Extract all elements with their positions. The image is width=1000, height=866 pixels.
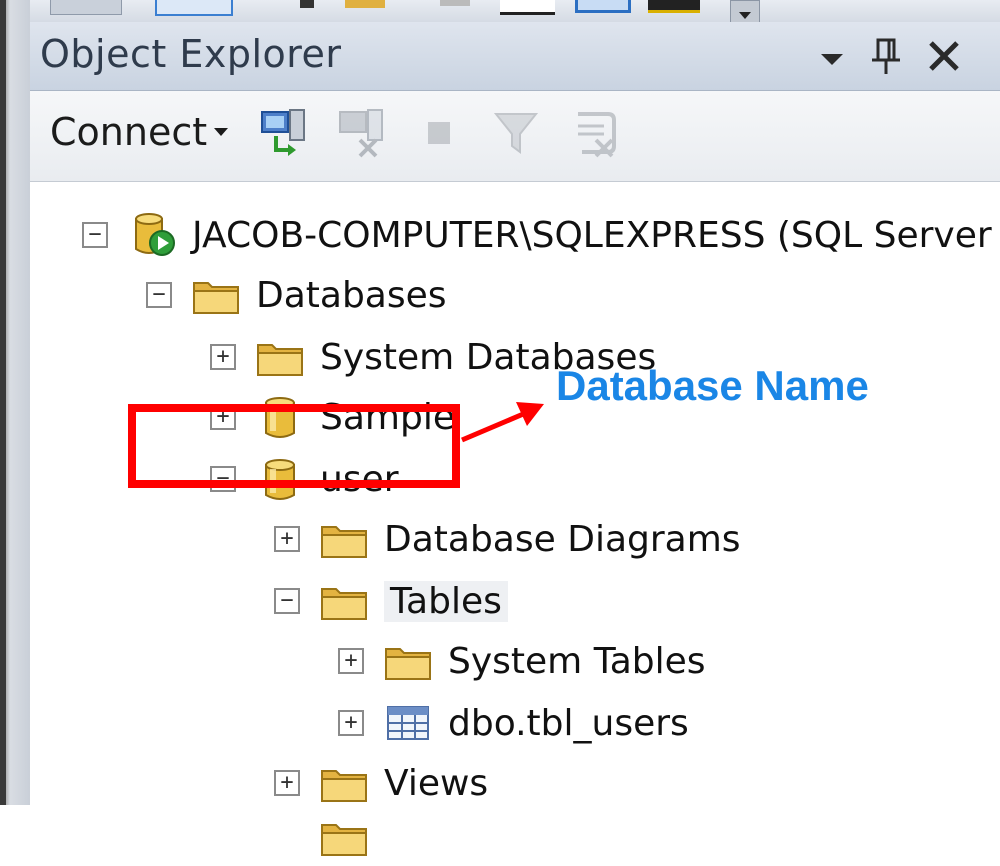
expand-icon[interactable]: +	[274, 770, 300, 796]
toolbar-button-active-icon[interactable]	[155, 0, 233, 16]
tree-node[interactable]: + dbo.tbl_users	[338, 694, 689, 752]
tree-node[interactable]: + Views	[274, 754, 488, 812]
connect-label: Connect	[50, 110, 208, 154]
folder-icon	[192, 273, 256, 317]
folder-icon	[320, 579, 384, 623]
toolbar-icon[interactable]	[648, 0, 700, 13]
refresh-icon[interactable]	[568, 106, 620, 158]
tree-node[interactable]: − Databases	[146, 266, 447, 324]
toolbar-icon[interactable]	[300, 0, 314, 8]
tree-node[interactable]: + System Tables	[338, 632, 706, 690]
tree-node-label: Database Diagrams	[384, 518, 741, 560]
toolbar-overflow-icon[interactable]	[730, 0, 760, 24]
annotation-highlight-box	[128, 404, 460, 488]
tree-node-partial	[274, 808, 384, 866]
tree-node-label: Views	[384, 762, 489, 804]
panel-toolbar: Connect	[30, 91, 1000, 182]
main-toolbar-strip	[30, 0, 1000, 24]
expand-icon[interactable]: +	[338, 648, 364, 674]
tree-node-label: Tables	[384, 580, 508, 622]
tree-node-label: JACOB-COMPUTER\SQLEXPRESS (SQL Server	[192, 214, 992, 256]
object-tree: − JACOB-COMPUTER\SQLEXPRESS (SQL Server − D…	[30, 182, 1000, 856]
collapse-icon[interactable]: −	[274, 588, 300, 614]
toolbar-icon[interactable]	[500, 0, 555, 15]
connect-object-explorer-icon[interactable]	[258, 106, 310, 158]
table-icon	[384, 701, 448, 745]
expand-icon[interactable]: +	[338, 710, 364, 736]
filter-icon[interactable]	[490, 106, 542, 158]
window-edge	[0, 0, 30, 805]
expand-icon[interactable]: +	[274, 526, 300, 552]
toolbar-icon[interactable]	[345, 0, 385, 8]
toolbar-button-icon[interactable]	[50, 0, 122, 15]
stop-icon[interactable]	[414, 106, 466, 158]
server-icon	[128, 213, 192, 257]
toolbar-icon[interactable]	[575, 0, 631, 13]
collapse-icon[interactable]: −	[82, 222, 108, 248]
collapse-icon[interactable]: −	[146, 282, 172, 308]
expand-icon[interactable]: +	[210, 344, 236, 370]
tree-node-label: System Tables	[448, 640, 706, 682]
tree-node-label: Databases	[256, 274, 447, 316]
tree-node[interactable]: − Tables	[274, 572, 508, 630]
tree-node[interactable]: + Database Diagrams	[274, 510, 741, 568]
pin-icon[interactable]	[864, 34, 908, 78]
annotation-label: Database Name	[556, 362, 869, 409]
tree-node[interactable]: − JACOB-COMPUTER\SQLEXPRESS (SQL Server	[82, 206, 992, 264]
panel-title: Object Explorer	[40, 32, 342, 76]
chevron-down-icon	[214, 128, 229, 136]
folder-icon	[320, 761, 384, 805]
connect-button[interactable]: Connect	[50, 107, 229, 157]
close-icon[interactable]	[922, 34, 966, 78]
chevron-down-icon[interactable]	[810, 34, 854, 78]
tree-node-label: dbo.tbl_users	[448, 702, 689, 744]
panel-title-bar: Object Explorer	[30, 22, 1000, 91]
toolbar-icon[interactable]	[440, 0, 470, 6]
folder-icon	[256, 335, 320, 379]
disconnect-icon[interactable]	[336, 106, 388, 158]
folder-icon	[384, 639, 448, 683]
folder-icon	[320, 517, 384, 561]
